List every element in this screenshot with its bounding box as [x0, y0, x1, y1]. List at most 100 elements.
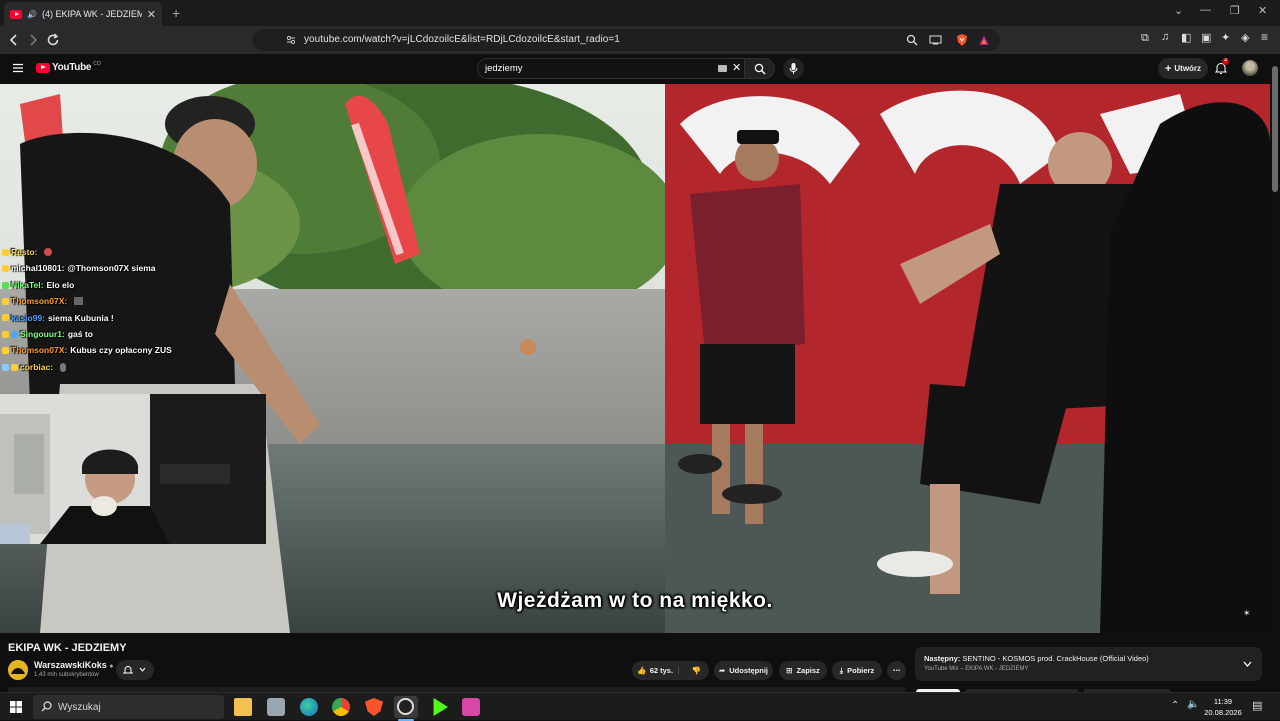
- download-icon: ⤓: [839, 665, 844, 675]
- chat-message: kasio99: siema Kubunia !: [2, 310, 242, 326]
- like-dislike-group: 👍 62 tys. 👎: [632, 661, 709, 680]
- file-explorer-icon[interactable]: [234, 698, 252, 716]
- windows-start-icon[interactable]: [10, 701, 22, 713]
- reload-icon[interactable]: [46, 33, 60, 47]
- vpn-icon[interactable]: ◈: [1241, 31, 1249, 44]
- tray-overflow-icon[interactable]: ⌃: [1171, 700, 1179, 711]
- app-icon[interactable]: [462, 698, 480, 716]
- chat-text: Elo elo: [46, 279, 75, 290]
- new-tab-icon[interactable]: +: [172, 5, 180, 21]
- clock-date: 20.08.2026: [1204, 708, 1242, 717]
- channel-name[interactable]: WarszawskiKoks ●: [34, 660, 113, 670]
- like-button[interactable]: 👍 62 tys.: [632, 666, 680, 675]
- up-next-card[interactable]: Następny: SENTINO - KOSMOS prod. CrackHo…: [915, 647, 1262, 681]
- browser-tab-strip: 🔊 (4) EKIPA WK - JEDZIEMY - YouTube ✕ + …: [0, 0, 1280, 26]
- extensions-icon[interactable]: ⧉: [1141, 32, 1149, 45]
- chat-text: siema Kubunia !: [48, 312, 114, 323]
- page-scrollbar[interactable]: [1270, 54, 1280, 688]
- zoom-icon[interactable]: [906, 34, 918, 46]
- media-icon[interactable]: ♫: [1161, 31, 1169, 43]
- thumbs-down-icon: 👎: [691, 666, 701, 675]
- taskbar-search-box[interactable]: Wyszukaj: [33, 695, 224, 719]
- youtube-favicon-icon: [10, 9, 22, 19]
- video-subtitle: Wjeżdżam w to na miękko.: [497, 589, 773, 612]
- search-button[interactable]: [745, 58, 775, 79]
- channel-avatar[interactable]: [8, 660, 28, 680]
- tab-close-icon[interactable]: ✕: [147, 8, 156, 21]
- browser-menu-icon[interactable]: ≡: [1261, 30, 1268, 44]
- leo-ai-icon[interactable]: ✦: [1221, 31, 1230, 44]
- chat-user: Thomson07X:: [11, 345, 68, 356]
- youtube-logo-text: YouTube: [52, 62, 92, 73]
- chat-badge-icon: [11, 363, 18, 371]
- save-icon: ⊞: [786, 666, 793, 675]
- windows-taskbar: Wyszukaj ⌃ 🔈 11:39 20.08.2026 ▤: [0, 692, 1280, 721]
- tab-search-chevron-icon[interactable]: ⌄: [1174, 4, 1183, 17]
- up-next-line: Następny: SENTINO - KOSMOS prod. CrackHo…: [924, 654, 1149, 663]
- chat-user: Thomson07X:: [11, 296, 68, 307]
- address-bar[interactable]: youtube.com/watch?v=jLCdozoilcE&list=RDj…: [252, 29, 1000, 51]
- youtube-logo-icon: [36, 62, 50, 73]
- maximize-icon[interactable]: ❐: [1230, 4, 1240, 17]
- youtube-header: YouTube CO jedziemy ✕ + Utwórz 4: [0, 54, 1280, 84]
- minimize-icon[interactable]: —: [1200, 4, 1211, 16]
- save-label: Zapisz: [796, 666, 820, 675]
- window-close-icon[interactable]: ✕: [1258, 4, 1267, 17]
- chat-user: Resto:: [11, 247, 38, 257]
- back-icon[interactable]: [8, 33, 20, 47]
- chevron-down-icon: [139, 667, 146, 672]
- brave-rewards-icon[interactable]: [978, 34, 990, 46]
- cast-icon[interactable]: [929, 35, 942, 45]
- scrollbar-thumb[interactable]: [1272, 66, 1278, 192]
- subscription-bell-button[interactable]: [116, 660, 154, 680]
- create-button[interactable]: + Utwórz: [1158, 58, 1208, 79]
- clock-time: 11:39: [1213, 697, 1233, 706]
- sidebar-icon[interactable]: ◧: [1181, 31, 1191, 44]
- share-button[interactable]: ➦ Udostępnij: [714, 661, 773, 680]
- chat-text: Kubus czy opłacony ZUS: [70, 345, 172, 356]
- microphone-icon: [789, 63, 798, 74]
- video-player[interactable]: Resto: michal10801: @Thomson07X siema Nik…: [0, 84, 1270, 633]
- kick-icon[interactable]: [433, 698, 448, 716]
- channel-watermark-icon[interactable]: ✶: [1243, 608, 1251, 619]
- keyboard-icon[interactable]: [718, 65, 727, 72]
- volume-icon[interactable]: 🔈: [1187, 699, 1199, 710]
- chat-badge-icon: [2, 363, 9, 371]
- account-avatar[interactable]: [1242, 60, 1258, 76]
- emote-icon: [74, 297, 84, 306]
- forward-icon[interactable]: [27, 33, 39, 47]
- obs-icon: [397, 698, 414, 715]
- brave-shields-icon[interactable]: [956, 33, 968, 47]
- more-actions-button[interactable]: ⋯: [887, 661, 906, 680]
- expand-chevron-icon[interactable]: [1243, 661, 1252, 667]
- subscriber-count: 1,43 mln subskrybentów: [34, 672, 99, 678]
- plus-icon: +: [1164, 62, 1172, 75]
- edge-icon[interactable]: [300, 698, 318, 716]
- wallet-icon[interactable]: ▣: [1201, 31, 1211, 44]
- share-icon: ➦: [718, 666, 726, 675]
- audio-playing-icon[interactable]: 🔊: [27, 10, 37, 19]
- chat-badge-icon: [2, 265, 9, 273]
- search-input[interactable]: jedziemy ✕: [477, 58, 745, 79]
- clear-search-icon[interactable]: ✕: [732, 61, 741, 74]
- brave-icon[interactable]: [365, 698, 383, 716]
- chat-message: Resto:: [2, 244, 242, 260]
- chrome-icon[interactable]: [332, 698, 350, 716]
- system-clock[interactable]: 11:39 20.08.2026: [1200, 696, 1246, 718]
- stream-chat-overlay: Resto: michal10801: @Thomson07X siema Nik…: [2, 244, 242, 375]
- voice-search-button[interactable]: [783, 58, 804, 79]
- chat-user: corbiac:: [20, 361, 54, 372]
- app-icon[interactable]: [267, 698, 285, 716]
- browser-tab-active[interactable]: 🔊 (4) EKIPA WK - JEDZIEMY - YouTube ✕: [4, 2, 162, 26]
- browser-toolbar: youtube.com/watch?v=jLCdozoilcE&list=RDj…: [0, 26, 1280, 54]
- download-button[interactable]: ⤓ Pobierz: [832, 661, 882, 680]
- guide-menu-icon[interactable]: [12, 63, 24, 73]
- chat-message: corbiac:: [2, 359, 242, 375]
- search-query: jedziemy: [485, 63, 523, 74]
- dislike-button[interactable]: 👎: [683, 666, 709, 675]
- site-settings-icon[interactable]: [286, 35, 296, 45]
- youtube-logo[interactable]: YouTube CO: [36, 61, 101, 73]
- notification-center-icon[interactable]: ▤: [1252, 699, 1262, 712]
- save-button[interactable]: ⊞ Zapisz: [779, 661, 827, 680]
- chat-badge-icon: [2, 297, 9, 305]
